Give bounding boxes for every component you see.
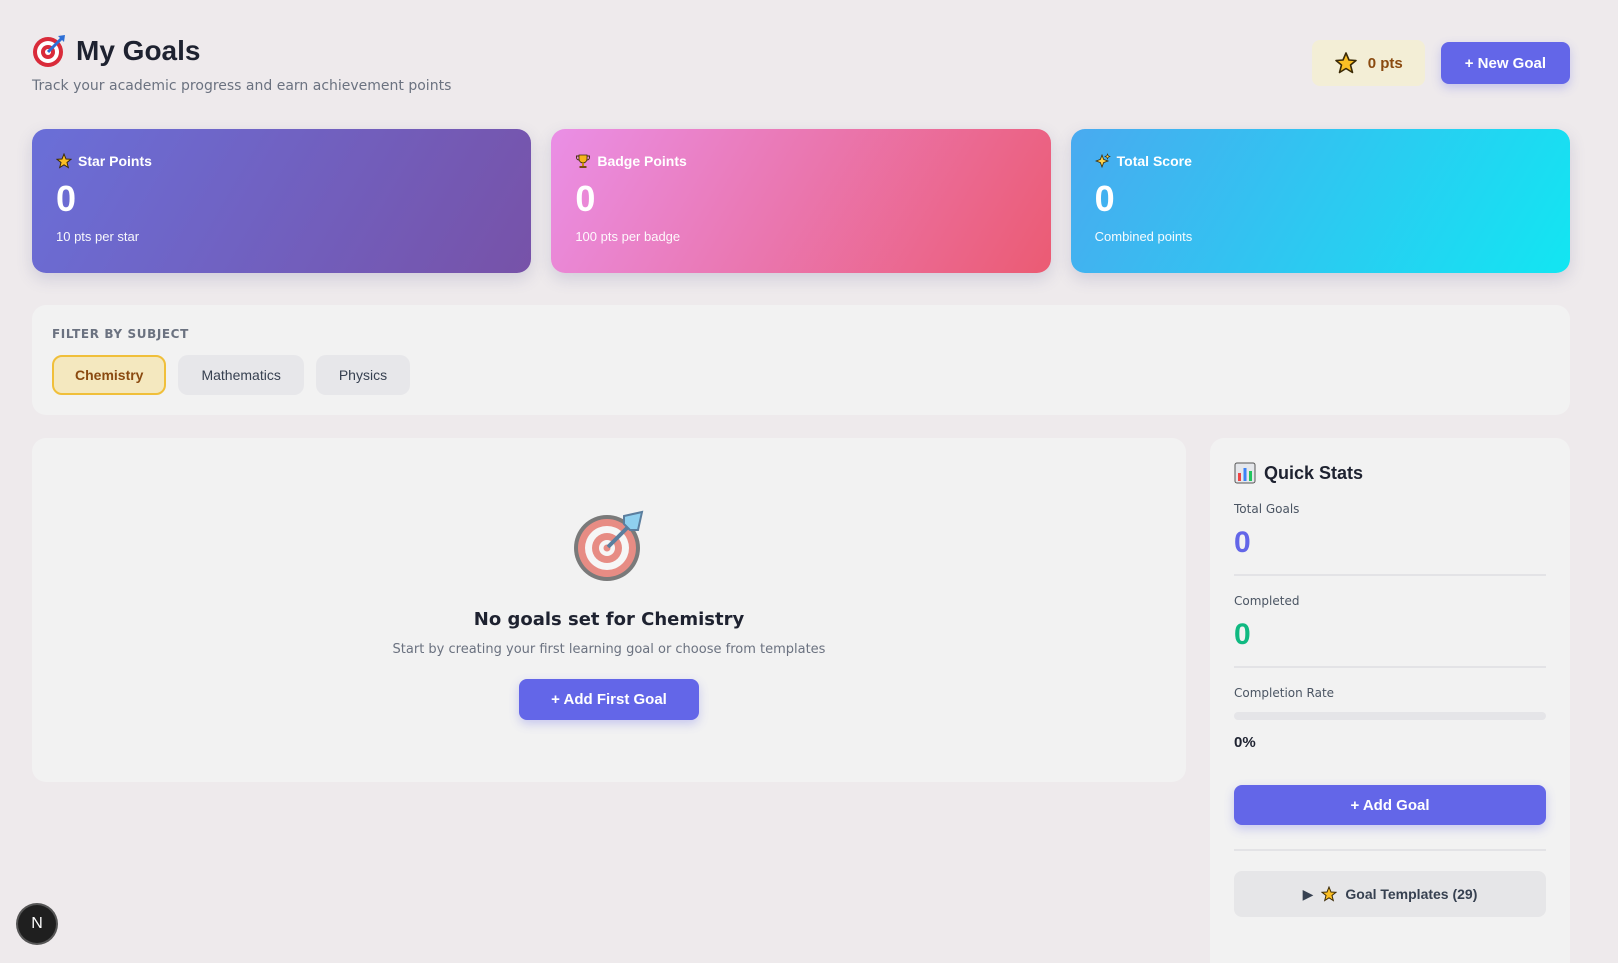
completion-rate-stat: Completion Rate 0% bbox=[1234, 668, 1546, 759]
trophy-icon bbox=[576, 154, 591, 168]
sparkles-icon bbox=[1094, 153, 1111, 169]
add-goal-button[interactable]: + Add Goal bbox=[1234, 785, 1546, 825]
star-points-card: Star Points 0 10 pts per star bbox=[32, 129, 532, 273]
bar-chart-icon bbox=[1234, 462, 1256, 484]
templates-label: Goal Templates (29) bbox=[1345, 886, 1478, 902]
divider bbox=[1234, 849, 1546, 851]
target-icon bbox=[574, 510, 644, 581]
card-subtext: 10 pts per star bbox=[56, 229, 140, 244]
completion-rate-value: 0% bbox=[1234, 734, 1256, 751]
card-value: 0 bbox=[575, 178, 596, 219]
total-goals-stat: Total Goals 0 bbox=[1234, 484, 1546, 576]
page-title: My Goals bbox=[76, 35, 201, 66]
star-icon bbox=[1321, 886, 1338, 902]
card-subtext: 100 pts per badge bbox=[575, 229, 681, 244]
points-badge: 0 pts bbox=[1311, 40, 1425, 86]
subject-filter: FILTER BY SUBJECT Chemistry Mathematics … bbox=[32, 305, 1570, 415]
empty-title: No goals set for Chemistry bbox=[473, 609, 745, 630]
stat-value: 0 bbox=[1234, 618, 1251, 651]
subject-chip-mathematics[interactable]: Mathematics bbox=[178, 355, 304, 395]
completed-stat: Completed 0 bbox=[1234, 576, 1546, 668]
stats-title: Quick Stats bbox=[1264, 462, 1364, 483]
filter-label: FILTER BY SUBJECT bbox=[52, 327, 189, 341]
score-cards: Star Points 0 10 pts per star Badge Poin… bbox=[32, 129, 1570, 273]
target-icon bbox=[33, 35, 65, 67]
completion-progress-bar bbox=[1234, 712, 1546, 720]
card-label: Star Points bbox=[78, 153, 152, 169]
empty-state: No goals set for Chemistry Start by crea… bbox=[32, 438, 1186, 782]
card-label: Badge Points bbox=[597, 153, 687, 169]
add-first-goal-button[interactable]: + Add First Goal bbox=[519, 679, 699, 720]
dev-indicator-button[interactable]: N bbox=[18, 905, 56, 943]
new-goal-button[interactable]: + New Goal bbox=[1440, 42, 1570, 84]
quick-stats-panel: Quick Stats Total Goals 0 Completed 0 Co… bbox=[1210, 438, 1570, 963]
card-subtext: Combined points bbox=[1094, 229, 1193, 244]
subject-chip-chemistry[interactable]: Chemistry bbox=[52, 355, 167, 395]
stat-label: Completion Rate bbox=[1234, 686, 1335, 700]
page-header: My Goals Track your academic progress an… bbox=[32, 34, 1570, 104]
card-value: 0 bbox=[1094, 178, 1115, 219]
triangle-right-icon: ▶ bbox=[1302, 885, 1314, 902]
stat-label: Completed bbox=[1234, 594, 1300, 608]
card-value: 0 bbox=[56, 178, 77, 219]
star-icon bbox=[1334, 52, 1357, 74]
points-value: 0 pts bbox=[1367, 54, 1403, 72]
badge-points-card: Badge Points 0 100 pts per badge bbox=[551, 129, 1051, 273]
stat-label: Total Goals bbox=[1234, 502, 1300, 516]
card-label: Total Score bbox=[1116, 153, 1192, 169]
goal-templates-toggle[interactable]: ▶ Goal Templates (29) bbox=[1234, 871, 1546, 917]
subject-chip-physics[interactable]: Physics bbox=[315, 355, 411, 395]
total-score-card: Total Score 0 Combined points bbox=[1070, 129, 1570, 273]
empty-subtitle: Start by creating your first learning go… bbox=[392, 642, 826, 657]
star-icon bbox=[56, 153, 72, 169]
stat-value: 0 bbox=[1234, 526, 1251, 559]
